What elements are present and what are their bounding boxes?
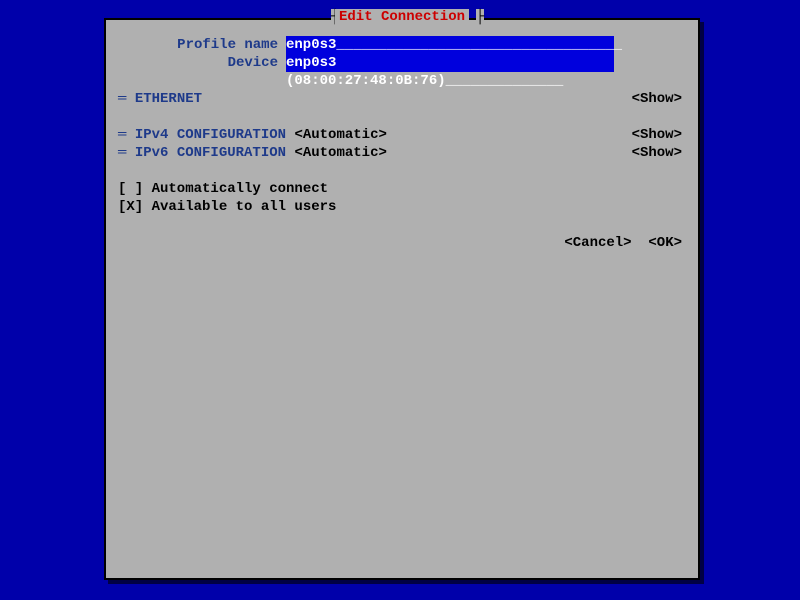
ipv4-prefix: ═	[118, 126, 126, 144]
ipv4-show-button[interactable]: <Show>	[632, 126, 686, 144]
device-row: Device enp0s3 (08:00:27:48:0B:76)_______…	[118, 54, 686, 72]
spacer	[118, 162, 686, 180]
ok-button[interactable]: <OK>	[640, 235, 682, 251]
profile-name-row: Profile name enp0s3_____________________…	[118, 36, 686, 54]
ipv6-value[interactable]: <Automatic>	[286, 144, 387, 162]
ipv4-section: ═ IPv4 CONFIGURATION <Automatic> <Show>	[118, 126, 686, 144]
device-input[interactable]: enp0s3 (08:00:27:48:0B:76)______________	[286, 54, 614, 72]
device-label: Device	[118, 54, 286, 72]
dialog-content: Profile name enp0s3_____________________…	[106, 20, 698, 268]
ethernet-section: ═ ETHERNET <Show>	[118, 90, 686, 108]
title-rule-right: ├	[476, 9, 484, 25]
cancel-button[interactable]: <Cancel>	[564, 235, 631, 251]
auto-connect-checkbox[interactable]: [ ] Automatically connect	[118, 180, 686, 198]
ethernet-label: ETHERNET	[126, 90, 202, 108]
ethernet-prefix: ═	[118, 90, 126, 108]
ipv6-label: IPv6 CONFIGURATION	[126, 144, 286, 162]
ipv4-value[interactable]: <Automatic>	[286, 126, 387, 144]
ipv6-prefix: ═	[118, 144, 126, 162]
ipv6-section: ═ IPv6 CONFIGURATION <Automatic> <Show>	[118, 144, 686, 162]
ethernet-show-button[interactable]: <Show>	[632, 90, 686, 108]
action-buttons: <Cancel> <OK>	[118, 234, 686, 252]
title-bar: ┤ Edit Connection ├	[106, 18, 698, 20]
ipv4-label: IPv4 CONFIGURATION	[126, 126, 286, 144]
spacer	[118, 108, 686, 126]
profile-name-label: Profile name	[118, 36, 286, 54]
profile-name-input[interactable]: enp0s3__________________________________	[286, 36, 614, 54]
edit-connection-dialog: ┤ Edit Connection ├ Profile name enp0s3_…	[104, 18, 700, 580]
all-users-checkbox[interactable]: [X] Available to all users	[118, 198, 686, 216]
ipv6-show-button[interactable]: <Show>	[632, 144, 686, 162]
dialog-title: Edit Connection	[335, 9, 469, 25]
